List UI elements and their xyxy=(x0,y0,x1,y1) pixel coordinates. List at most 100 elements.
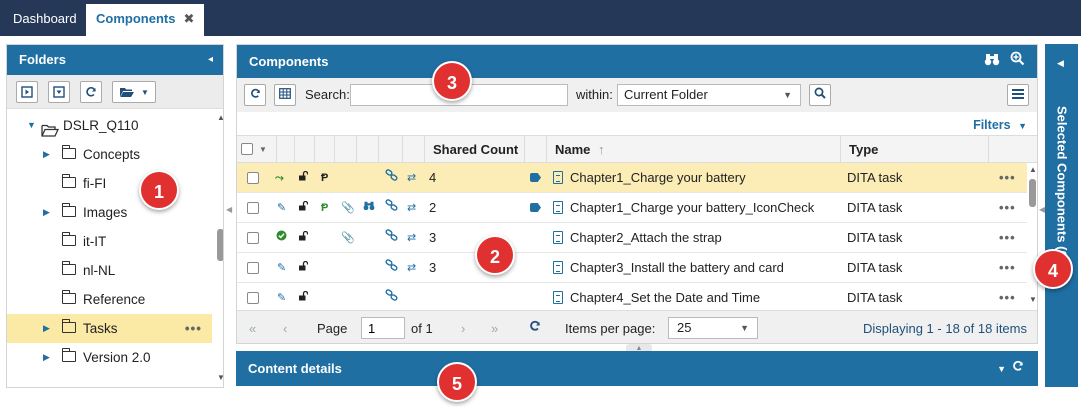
paperclip-icon: 📎 xyxy=(341,232,355,244)
filters-toggle[interactable]: Filters ▼ xyxy=(973,118,1027,132)
more-options-icon[interactable]: ••• xyxy=(185,314,202,343)
components-header: Components xyxy=(237,45,1037,78)
sync-icon: ⇄ xyxy=(407,232,417,244)
row-checkbox[interactable] xyxy=(247,292,259,304)
link-icon xyxy=(385,223,398,253)
refresh-icon xyxy=(250,88,260,98)
components-panel: Components Search: within: Current Folde… xyxy=(236,44,1038,344)
selected-components-title: Selected Components (0) xyxy=(1054,105,1069,263)
tree-item-version[interactable]: ▶ Version 2.0 xyxy=(7,343,212,372)
component-name[interactable]: Chapter2_Attach the strap xyxy=(570,223,722,253)
refresh-icon[interactable] xyxy=(529,320,541,335)
tree-item-reference[interactable]: Reference xyxy=(7,285,212,314)
grid-body: ⤳ Ᵽ ⇄ 4 Chapter1_Charge your battery DIT… xyxy=(237,163,1027,309)
tab-dashboard[interactable]: Dashboard xyxy=(3,4,87,36)
scroll-up-icon[interactable]: ▲ xyxy=(1029,165,1037,174)
select-all-checkbox[interactable] xyxy=(241,143,253,155)
col-shared-count[interactable]: Shared Count xyxy=(425,136,525,163)
within-select[interactable]: Current Folder ▼ xyxy=(617,84,801,106)
tree-item-tasks[interactable]: ▶ Tasks ••• xyxy=(7,314,212,343)
row-checkbox[interactable] xyxy=(247,202,259,214)
close-tab-icon[interactable]: ✖ xyxy=(183,11,194,26)
tree-item-dslr[interactable]: ▼ DSLR_Q110 xyxy=(7,111,212,140)
row-checkbox[interactable] xyxy=(247,262,259,274)
unlock-icon xyxy=(298,193,309,223)
scroll-up-icon[interactable]: ▲ xyxy=(217,113,223,122)
chevron-down-icon[interactable]: ▼ xyxy=(997,364,1012,374)
menu-button[interactable] xyxy=(1007,84,1029,106)
approval-icon: ⤳ xyxy=(275,172,284,184)
more-options-icon[interactable]: ••• xyxy=(999,253,1016,283)
refresh-icon[interactable] xyxy=(80,81,102,103)
pencil-icon: ✎ xyxy=(277,262,287,274)
folder-icon xyxy=(61,319,76,333)
collapse-left-icon[interactable]: ◂ xyxy=(208,45,213,75)
tree-item-images[interactable]: ▶ Images xyxy=(7,198,212,227)
row-checkbox[interactable] xyxy=(247,172,259,184)
search-button[interactable] xyxy=(809,84,831,106)
components-toolbar: Search: within: Current Folder ▼ xyxy=(237,78,1037,112)
component-name[interactable]: Chapter4_Set the Date and Time xyxy=(570,283,760,309)
chevron-right-icon[interactable]: ▶ xyxy=(43,140,50,169)
table-row[interactable]: ✎ Ᵽ 📎 ⇄ 2 Chapter1_Charge your battery_I… xyxy=(237,193,1027,223)
content-details-panel[interactable]: Content details ▼ xyxy=(236,351,1038,386)
first-page-icon[interactable]: « xyxy=(249,321,256,336)
page-of-label: of 1 xyxy=(411,321,433,336)
chevron-right-icon[interactable]: ▶ xyxy=(43,314,50,343)
refresh-button[interactable] xyxy=(244,84,266,106)
tree-item-nl-nl[interactable]: nl-NL xyxy=(7,256,212,285)
tree-item-it-it[interactable]: it-IT xyxy=(7,227,212,256)
binoculars-icon[interactable] xyxy=(984,52,1000,66)
collapse-icon[interactable] xyxy=(48,81,70,103)
chevron-right-icon[interactable]: ▶ xyxy=(43,343,50,372)
zoom-in-icon[interactable] xyxy=(1010,51,1025,66)
callout-2: 2 xyxy=(475,235,515,275)
more-options-icon[interactable]: ••• xyxy=(999,223,1016,253)
binoculars-icon xyxy=(363,193,375,223)
next-page-icon[interactable]: › xyxy=(461,321,465,336)
grid-scrollbar[interactable]: ▲ ▼ xyxy=(1027,163,1037,309)
select-all-cell[interactable]: ▼ xyxy=(237,136,277,163)
component-name[interactable]: Chapter1_Charge your battery_IconCheck xyxy=(570,193,814,223)
more-options-icon[interactable]: ••• xyxy=(999,163,1016,193)
splitter-left-icon[interactable]: ◀ xyxy=(226,205,232,214)
items-per-page-select[interactable]: 25 ▼ xyxy=(668,317,758,339)
chevron-right-icon[interactable]: ▶ xyxy=(43,198,50,227)
scrollbar-thumb[interactable] xyxy=(217,229,223,261)
prev-page-icon[interactable]: ‹ xyxy=(283,321,287,336)
more-options-icon[interactable]: ••• xyxy=(999,193,1016,223)
open-folder-dropdown[interactable]: ▼ xyxy=(112,81,156,103)
table-row[interactable]: ✎ ⇄ 3 Chapter3_Install the battery and c… xyxy=(237,253,1027,283)
open-folder-icon xyxy=(120,88,135,97)
tree-item-concepts[interactable]: ▶ Concepts xyxy=(7,140,212,169)
selected-components-panel[interactable]: ◀ Selected Components (0) xyxy=(1045,44,1078,387)
table-row[interactable]: ✎ Chapter4_Set the Date and Time DITA ta… xyxy=(237,283,1027,309)
expand-left-icon[interactable]: ◀ xyxy=(1057,58,1064,69)
chevron-down-icon: ▼ xyxy=(141,87,149,97)
col-type[interactable]: Type xyxy=(841,136,989,163)
table-row[interactable]: ⤳ Ᵽ ⇄ 4 Chapter1_Charge your battery DIT… xyxy=(237,163,1027,193)
folder-icon xyxy=(61,145,76,159)
scroll-down-icon[interactable]: ▼ xyxy=(1029,295,1037,304)
branch-icon: Ᵽ xyxy=(321,172,329,184)
chevron-down-icon[interactable]: ▼ xyxy=(27,111,36,140)
col-name[interactable]: Name ↑ xyxy=(547,136,841,163)
chevron-down-icon[interactable]: ▼ xyxy=(259,136,267,163)
tab-components[interactable]: Components ✖ xyxy=(86,4,205,36)
component-name[interactable]: Chapter1_Charge your battery xyxy=(570,163,746,193)
expand-icon[interactable] xyxy=(16,81,38,103)
page-input[interactable] xyxy=(361,317,405,339)
tree-item-fi-fi[interactable]: fi-FI xyxy=(7,169,212,198)
refresh-icon[interactable] xyxy=(1012,360,1024,372)
last-page-icon[interactable]: » xyxy=(491,321,498,336)
row-checkbox[interactable] xyxy=(247,232,259,244)
table-row[interactable]: 📎 ⇄ 3 Chapter2_Attach the strap DITA tas… xyxy=(237,223,1027,253)
unlock-icon xyxy=(298,163,309,193)
scroll-down-icon[interactable]: ▼ xyxy=(217,373,223,382)
grid-view-button[interactable] xyxy=(274,84,296,106)
component-name[interactable]: Chapter3_Install the battery and card xyxy=(570,253,784,283)
more-options-icon[interactable]: ••• xyxy=(999,283,1016,309)
folders-scrollbar[interactable]: ▲ ▼ xyxy=(217,113,223,387)
scrollbar-thumb[interactable] xyxy=(1029,179,1036,207)
components-title: Components xyxy=(249,54,329,69)
